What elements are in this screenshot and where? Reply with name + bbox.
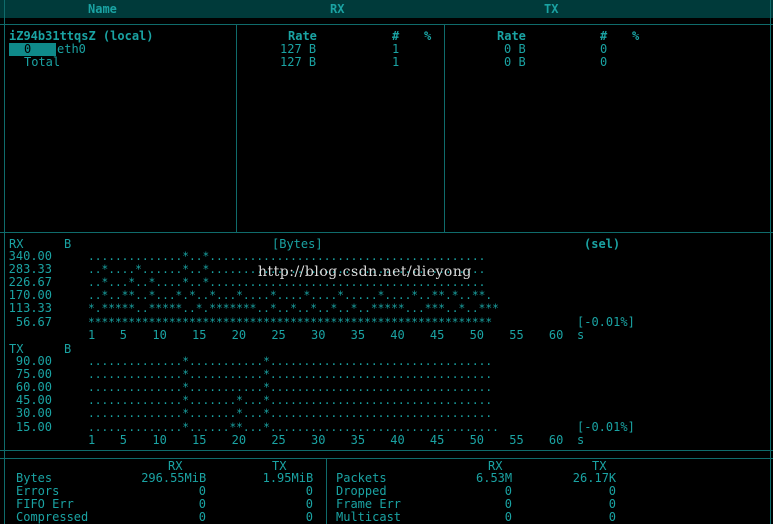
rx-x-tick: 60 bbox=[548, 327, 564, 342]
tx-rate-label: [-0.01%] bbox=[577, 419, 635, 434]
rx-graph-row: *.*****..*****..*.*******..*..*..*..*..*… bbox=[88, 302, 499, 316]
watermark: http://blog.csdn.net/dieyong bbox=[258, 264, 472, 280]
stat-label: Compressed bbox=[16, 510, 89, 524]
rx-x-tick: 5 bbox=[119, 327, 127, 342]
rx-y-label: 283.33 bbox=[8, 262, 52, 277]
rx-x-tick: 45 bbox=[429, 327, 445, 342]
tx-y-label: 30.00 bbox=[15, 406, 52, 421]
tx-graph-row: ..............*...........*.............… bbox=[88, 381, 493, 395]
rx-x-tick: 1 bbox=[88, 327, 96, 342]
rx-x-tick: 40 bbox=[390, 327, 405, 342]
tx-graph-row: ..............*.......*...*.............… bbox=[88, 407, 493, 421]
rx-rate-label: [-0.01%] bbox=[577, 314, 635, 329]
rx-x-tick: 20 bbox=[231, 327, 247, 342]
tx-x-tick: 55 bbox=[509, 432, 524, 447]
rx-y-label: 170.00 bbox=[8, 288, 52, 303]
rx-graph-row: ..*..**..*...*.*..*...*....*....*....*..… bbox=[88, 289, 493, 303]
stat-rx-value: 0 bbox=[198, 510, 207, 524]
tx-x-tick: 25 bbox=[271, 432, 286, 447]
tx-column-header: TX bbox=[544, 2, 559, 16]
rx-x-tick: 30 bbox=[310, 327, 326, 342]
divider-name-rx bbox=[236, 24, 237, 232]
tx-x-tick: 35 bbox=[350, 432, 366, 447]
total-tx-rate: 0 B bbox=[504, 55, 526, 69]
tx-x-tick: 50 bbox=[469, 432, 485, 447]
tx-y-label: 60.00 bbox=[15, 380, 52, 395]
table-bottom-border bbox=[0, 232, 773, 233]
stat-tx-value: 0 bbox=[305, 510, 314, 524]
tx-graph-row: ..............*...........*.............… bbox=[88, 355, 493, 368]
rx-x-tick: 25 bbox=[271, 327, 286, 342]
stat-rx-value: 0 bbox=[504, 510, 513, 524]
tx-x-tick: 10 bbox=[152, 432, 167, 447]
tx-x-tick: 15 bbox=[192, 432, 207, 447]
tx-percent-header: % bbox=[632, 29, 640, 43]
tx-x-tick: 20 bbox=[231, 432, 247, 447]
total-rx-count: 1 bbox=[392, 55, 400, 69]
iface-name[interactable]: eth0 bbox=[57, 43, 86, 56]
tx-x-tick: 5 bbox=[119, 432, 127, 447]
rx-graph-unit: B bbox=[64, 237, 72, 251]
stats-divider bbox=[326, 458, 327, 524]
table-top-border bbox=[0, 24, 773, 25]
stat-tx-value: 0 bbox=[608, 510, 617, 524]
right-border bbox=[770, 0, 771, 524]
tx-x-tick: 1 bbox=[88, 432, 96, 447]
tx-y-label: 15.00 bbox=[15, 419, 52, 434]
stat-label: Multicast bbox=[336, 510, 402, 524]
stat-rx-value: 296.55MiB bbox=[141, 471, 207, 485]
name-column-header: Name bbox=[88, 2, 117, 16]
rx-y-label: 113.33 bbox=[8, 301, 52, 316]
rx-column-header: RX bbox=[330, 2, 345, 16]
rx-y-label: 56.67 bbox=[15, 314, 52, 329]
tx-graph-unit: B bbox=[64, 342, 72, 356]
tx-graph-row: ..............*......**...*.............… bbox=[88, 420, 499, 434]
rx-x-tick: 10 bbox=[152, 327, 167, 342]
rx-y-label: 340.00 bbox=[8, 249, 52, 263]
graph-bottom-border bbox=[0, 450, 773, 451]
rx-x-tick: 15 bbox=[192, 327, 207, 342]
tx-graph-row: ..............*.......*...*.............… bbox=[88, 394, 493, 408]
tx-x-unit: s bbox=[577, 432, 585, 447]
rx-graph-row: ..............*..*......................… bbox=[88, 250, 486, 263]
tx-y-label: 90.00 bbox=[15, 354, 52, 368]
sel-label: (sel) bbox=[584, 237, 621, 251]
divider-rx-tx bbox=[444, 24, 445, 232]
rx-x-tick: 50 bbox=[469, 327, 485, 342]
tx-y-label: 75.00 bbox=[15, 367, 52, 382]
rx-x-tick: 55 bbox=[509, 327, 524, 342]
rx-y-label: 226.67 bbox=[8, 275, 52, 290]
tx-graph-row: ..............*...........*.............… bbox=[88, 368, 493, 382]
tx-x-tick: 30 bbox=[310, 432, 326, 447]
column-header-bar: Name RX TX bbox=[0, 0, 773, 18]
tx-x-tick: 45 bbox=[429, 432, 445, 447]
stats-top-border bbox=[0, 458, 773, 459]
rx-percent-header: % bbox=[424, 29, 432, 43]
tx-x-tick: 60 bbox=[548, 432, 564, 447]
total-tx-count: 0 bbox=[600, 55, 608, 69]
tx-x-tick: 40 bbox=[390, 432, 405, 447]
rx-x-tick: 35 bbox=[350, 327, 366, 342]
rx-graph-row: ****************************************… bbox=[88, 315, 493, 329]
tx-y-label: 45.00 bbox=[15, 393, 52, 408]
rx-x-unit: s bbox=[577, 327, 585, 342]
total-rx-rate: 127 B bbox=[280, 55, 317, 69]
total-label: Total bbox=[24, 55, 61, 69]
